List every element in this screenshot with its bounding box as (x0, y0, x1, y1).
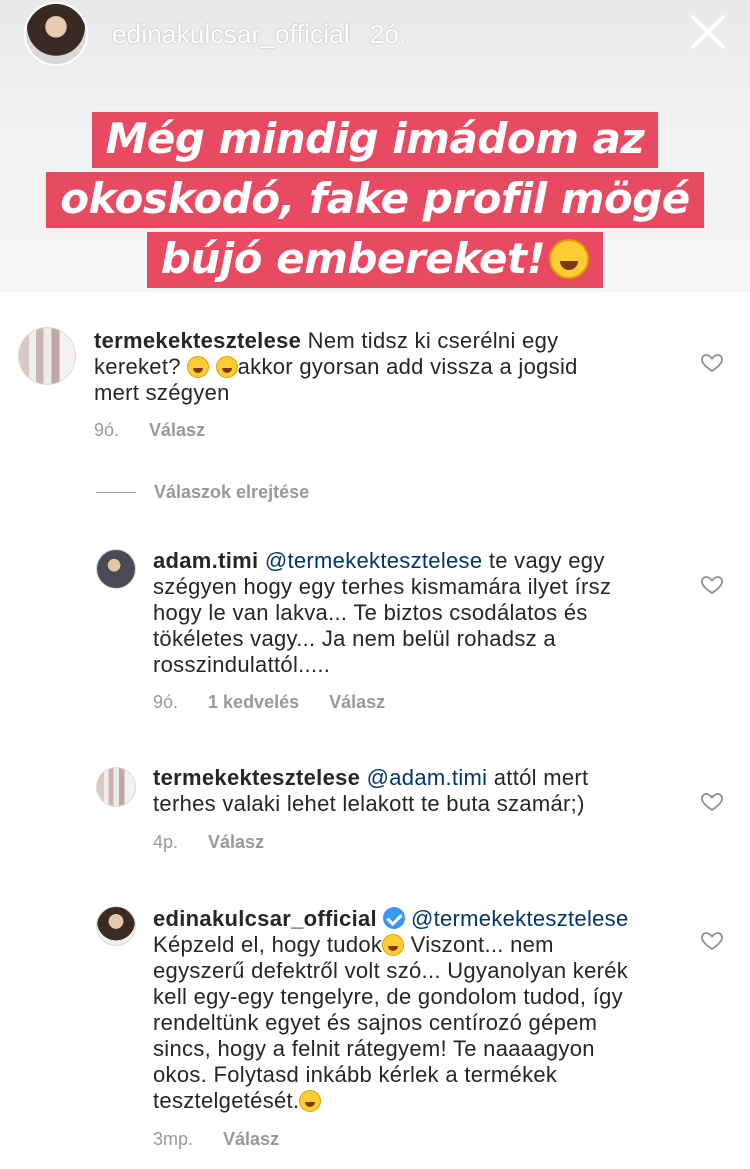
story-time: 2ó. (369, 18, 407, 49)
like-heart-icon[interactable] (700, 572, 724, 596)
story-top: edinakulcsar_official 2ó. Még mindig imá… (0, 0, 750, 292)
mention-link[interactable]: @adam.timi (367, 765, 488, 790)
comment-meta: 9ó. 1 kedvelés Válasz (153, 692, 415, 713)
story-username[interactable]: edinakulcsar_official (112, 19, 350, 50)
story-overlay-text: Még mindig imádom az okoskodó, fake prof… (0, 112, 750, 292)
comment-text: termekektesztelese @adam.timi attól mert… (153, 765, 589, 816)
comment-meta: 3mp. Válasz (153, 1129, 309, 1150)
hide-replies-label: Válaszok elrejtése (154, 482, 310, 502)
tears-of-joy-emoji (215, 356, 238, 378)
winking-emoji (382, 934, 405, 956)
hide-replies-button[interactable]: Válaszok elrejtése (96, 482, 309, 503)
grinning-emoji (187, 356, 210, 378)
close-icon[interactable] (688, 12, 728, 52)
comment-meta: 9ó. Válasz (94, 420, 235, 441)
like-heart-icon[interactable] (700, 789, 724, 813)
comment-username[interactable]: edinakulcsar_official (153, 906, 377, 931)
comment-time: 3mp. (153, 1129, 194, 1149)
overlay-line-3: bújó embereket! (160, 234, 546, 283)
reply-button[interactable]: Válasz (149, 420, 205, 441)
tears-of-joy-emoji (549, 239, 590, 279)
reply-button[interactable]: Válasz (329, 692, 385, 713)
comment-username[interactable]: termekektesztelese (153, 765, 360, 790)
divider (96, 492, 136, 493)
comment-time: 9ó. (94, 420, 120, 440)
avatar[interactable] (96, 767, 136, 807)
overlay-line-1: Még mindig imádom az (91, 112, 659, 168)
sweat-smile-emoji (299, 1090, 322, 1112)
story-avatar[interactable] (24, 2, 88, 66)
comment-meta: 4p. Válasz (153, 832, 294, 853)
reply-button[interactable]: Válasz (208, 832, 264, 853)
mention-link[interactable]: @termekektesztelese (265, 548, 483, 573)
comment-text: edinakulcsar_official @termekektesztelese… (153, 906, 629, 1113)
like-heart-icon[interactable] (700, 928, 724, 952)
reply-button[interactable]: Válasz (223, 1129, 279, 1150)
comment-time: 4p. (153, 832, 179, 852)
overlay-line-2: okoskodó, fake profil mögé (46, 172, 704, 228)
comment-time: 9ó. (153, 692, 179, 712)
story-header: edinakulcsar_official 2ó. (24, 2, 406, 66)
avatar[interactable] (96, 549, 136, 589)
comment-text: termekektesztelese Nem tidsz ki cserélni… (94, 328, 578, 405)
verified-badge-icon (382, 907, 405, 929)
avatar[interactable] (96, 906, 136, 946)
comment-username[interactable]: adam.timi (153, 548, 258, 573)
comment-text: adam.timi @termekektesztelese te vagy eg… (153, 548, 612, 677)
avatar[interactable] (18, 327, 76, 385)
likes-count[interactable]: 1 kedvelés (208, 692, 299, 713)
like-heart-icon[interactable] (700, 350, 724, 374)
comment-username[interactable]: termekektesztelese (94, 328, 301, 353)
mention-link[interactable]: @termekektesztelese (411, 906, 629, 931)
